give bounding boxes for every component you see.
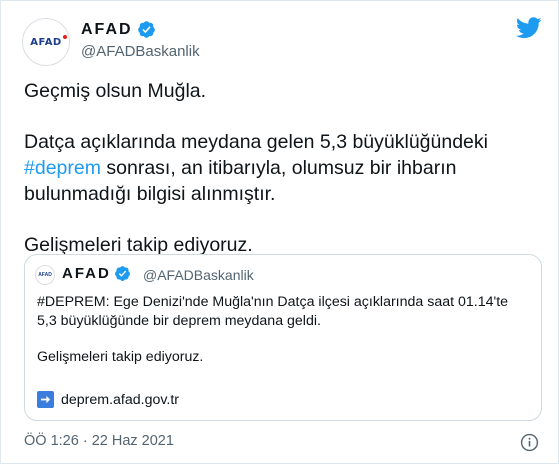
quoted-link[interactable]: deprem.afad.gov.tr (37, 391, 179, 408)
quoted-avatar: AFAD (35, 265, 55, 285)
tweet-timestamp[interactable]: ÖÖ 1:26 · 22 Haz 2021 (24, 433, 174, 449)
hashtag-deprem[interactable]: #deprem (24, 157, 101, 179)
info-icon[interactable] (520, 433, 539, 452)
arrow-right-icon (37, 391, 54, 408)
verified-badge-icon (137, 21, 155, 38)
verified-badge-icon (114, 266, 130, 281)
tweet-paragraph-2-start: Datça açıklarında meydana gelen 5,3 büyü… (24, 131, 488, 153)
quoted-body: #DEPREM: Ege Denizi'nde Muğla'nın Datça … (37, 293, 531, 367)
quoted-text-1: #DEPREM: Ege Denizi'nde Muğla'nın Datça … (37, 294, 509, 329)
tweet-line-1: Geçmiş olsun Muğla. (24, 80, 207, 102)
tweet-card: AFAD AFAD @AFADBaskanlik Geçmiş olsun Mu… (0, 0, 559, 464)
author-name[interactable]: AFAD (81, 20, 156, 39)
tweet-body: Geçmiş olsun Muğla. Datça açıklarında me… (24, 78, 534, 258)
afad-logo: AFAD (30, 34, 67, 48)
quoted-author-name: AFAD (62, 265, 131, 282)
quoted-avatar-logo: AFAD (38, 272, 52, 278)
quoted-display-name: AFAD (62, 265, 111, 282)
quoted-handle: @AFADBaskanlik (143, 267, 254, 283)
quoted-tweet[interactable]: AFAD AFAD @AFADBaskanlik #DEPREM: Ege De… (24, 254, 542, 421)
twitter-bird-icon[interactable] (516, 17, 542, 39)
author-display-name[interactable]: AFAD (81, 21, 133, 39)
quoted-link-text[interactable]: deprem.afad.gov.tr (61, 392, 179, 408)
quoted-text-2: Gelişmeleri takip ediyoruz. (37, 349, 204, 365)
avatar[interactable]: AFAD (22, 18, 70, 66)
author-handle[interactable]: @AFADBaskanlik (81, 43, 200, 60)
tweet-paragraph-2: Datça açıklarında meydana gelen 5,3 büyü… (24, 129, 534, 207)
